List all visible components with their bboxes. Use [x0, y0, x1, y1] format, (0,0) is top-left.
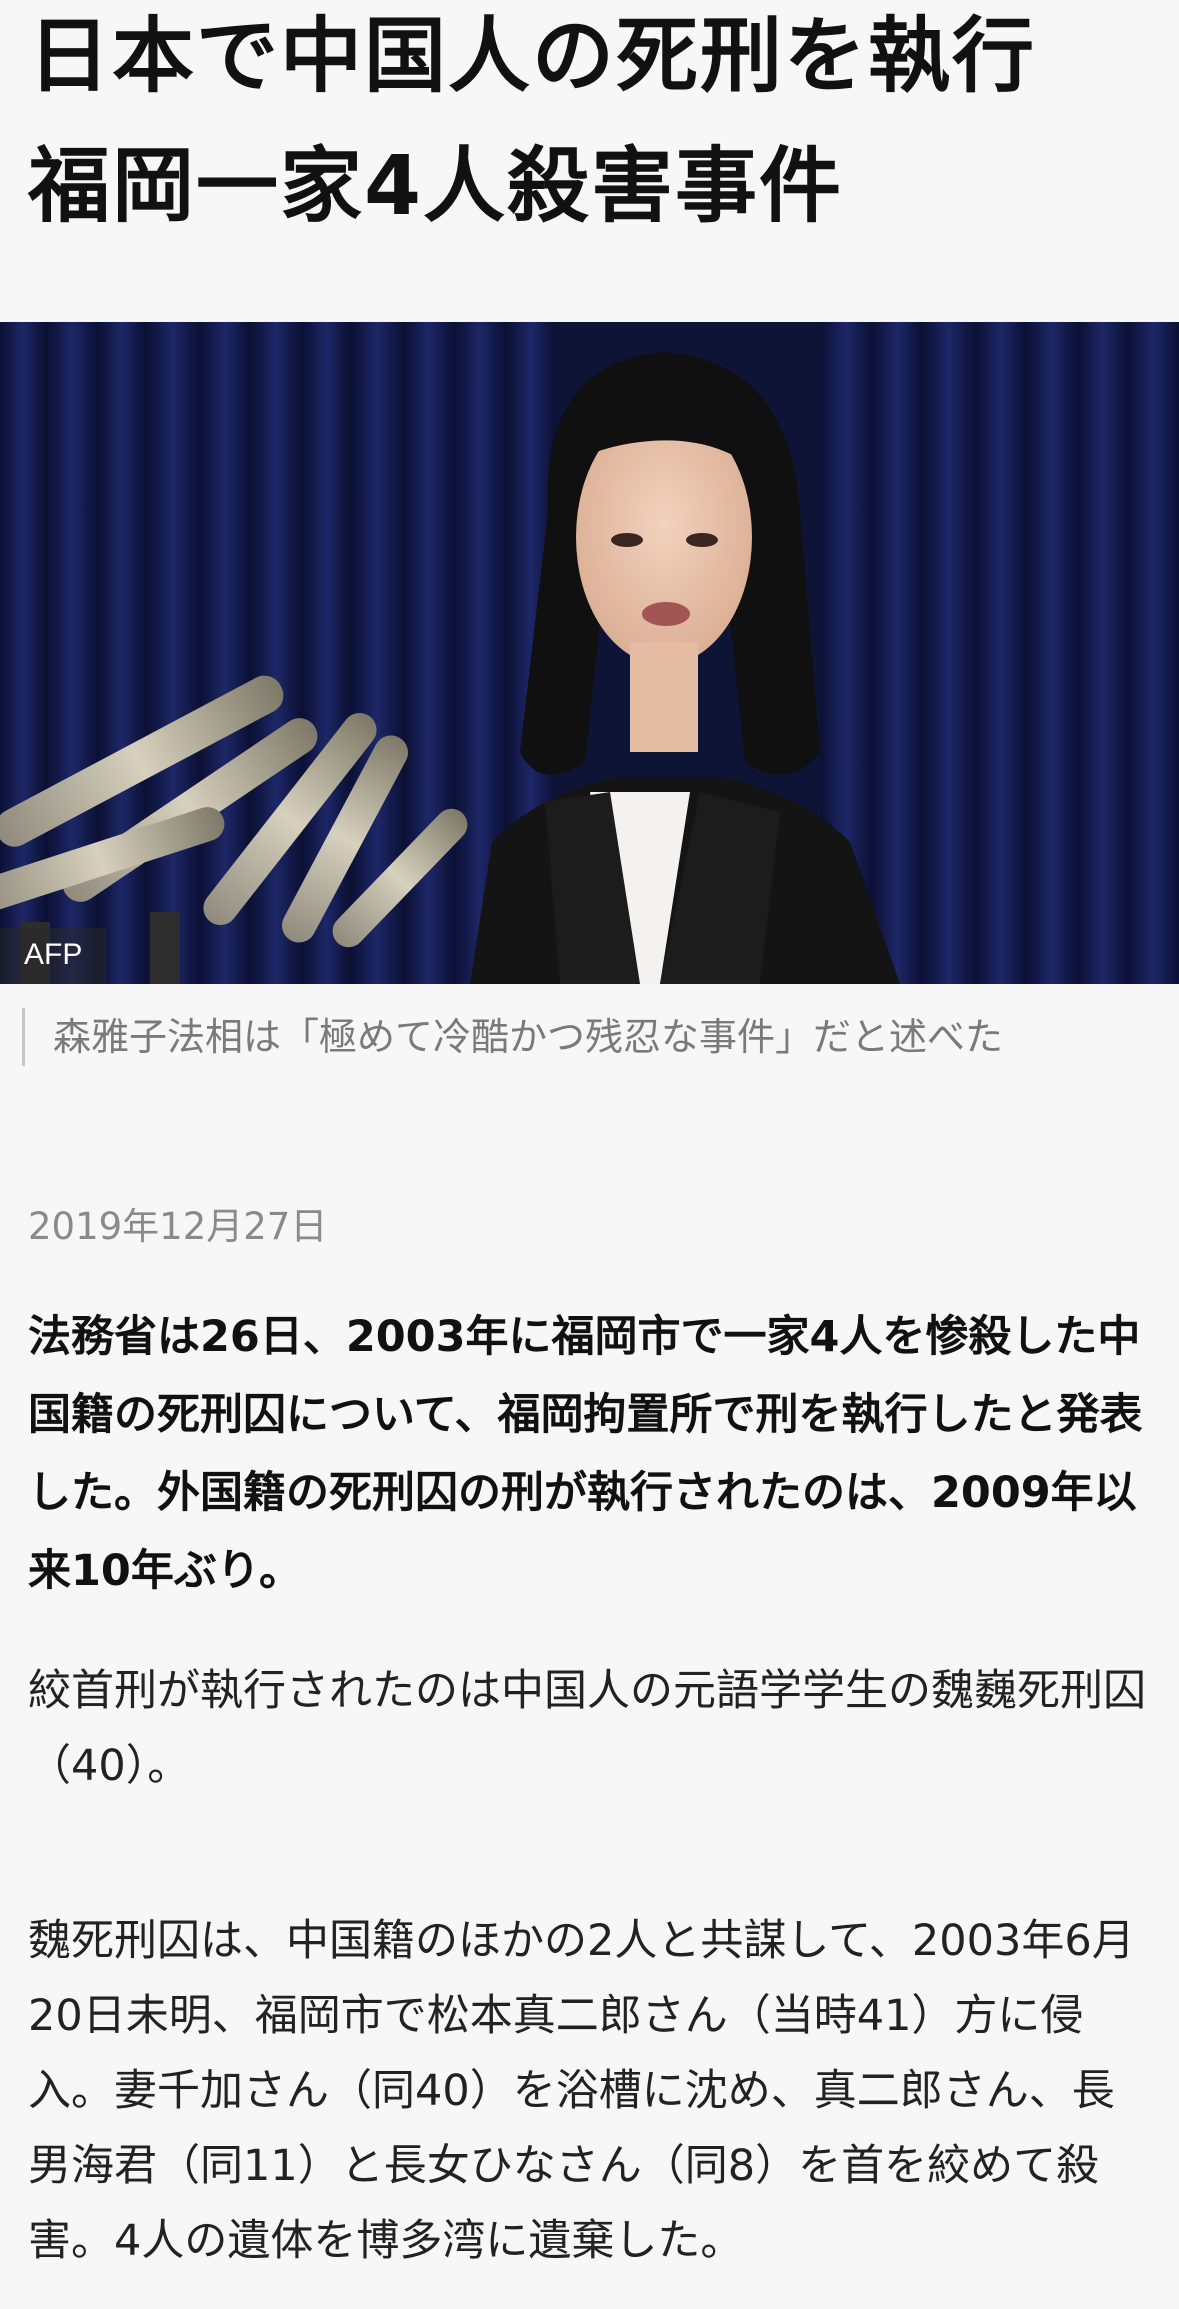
- article-paragraph: 絞首刑が執行されたのは中国人の元語学学生の魏巍死刑囚（40）。: [28, 1666, 1146, 1791]
- article-paragraph: 魏死刑囚は、中国籍のほかの2人と共謀して、2003年6月20日未明、福岡市で松本…: [28, 1916, 1135, 2266]
- press-conference-photo: [0, 322, 1179, 984]
- article-lead: 法務省は26日、2003年に福岡市で一家4人を惨殺した中国籍の死刑囚について、福…: [28, 1312, 1143, 1596]
- photo-caption: 森雅子法相は「極めて冷酷かつ残忍な事件」だと述べた: [22, 1008, 1173, 1066]
- photo-credit: AFP: [0, 928, 107, 984]
- article-headline: 日本で中国人の死刑を執行 福岡一家4人殺害事件: [28, 9, 1121, 234]
- article-photo[interactable]: AFP: [0, 322, 1179, 984]
- publish-date: 2019年12月27日: [28, 1205, 328, 1248]
